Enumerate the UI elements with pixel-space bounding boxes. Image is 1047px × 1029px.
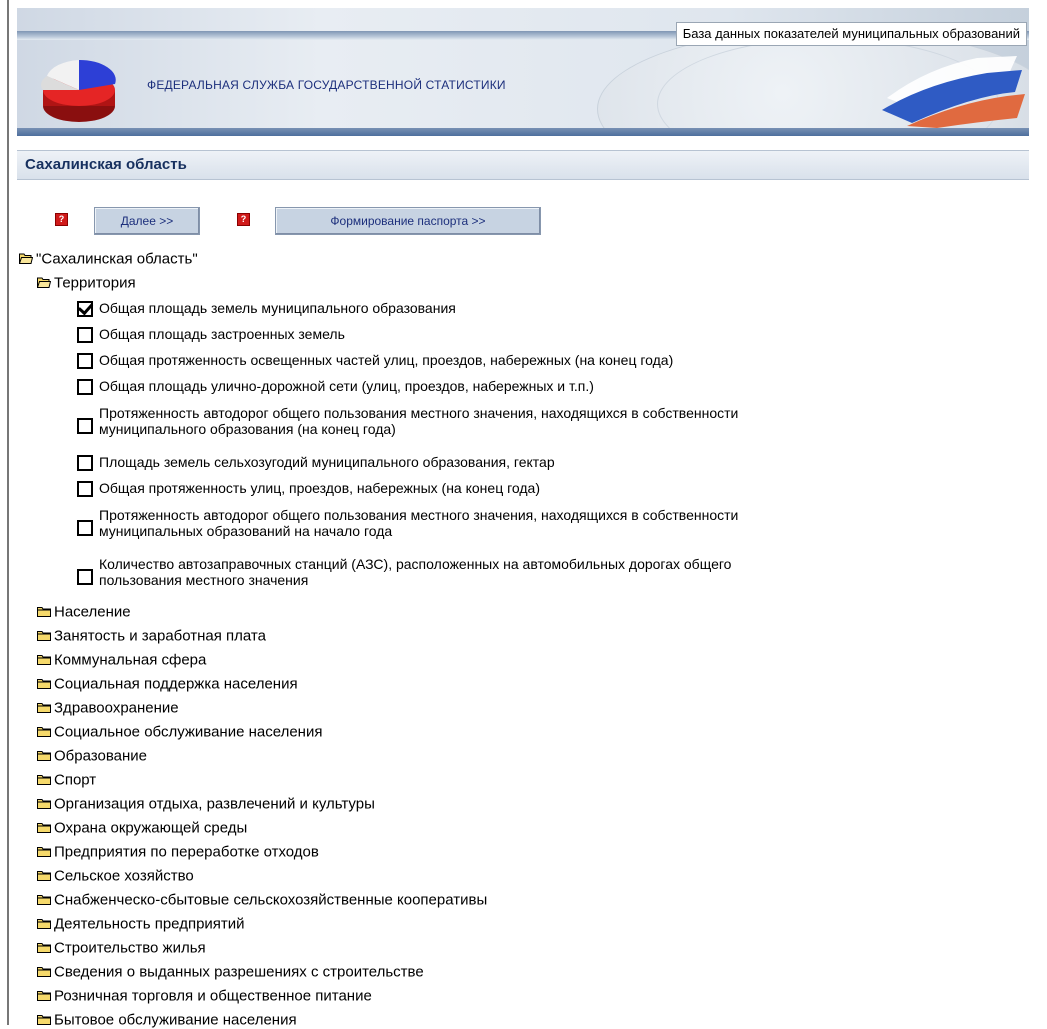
tree-node-category[interactable]: Охрана окружающей среды <box>37 819 247 837</box>
folder-open-icon <box>37 277 51 288</box>
passport-button[interactable]: Формирование паспорта >> <box>275 207 541 235</box>
indicator-checkbox[interactable] <box>77 327 93 343</box>
tree-node-category[interactable]: Розничная торговля и общественное питани… <box>37 987 372 1005</box>
tree-node-label: Снабженческо-сбытовые сельскохозяйственн… <box>54 891 488 909</box>
indicator-label-line2: муниципальных образований на начало года <box>99 523 393 539</box>
tree-node-territory[interactable]: Территория <box>37 274 136 292</box>
tree-node-label: Образование <box>54 747 147 765</box>
tree-node-category[interactable]: Организация отдыха, развлечений и культу… <box>37 795 375 813</box>
indicator-checkbox[interactable] <box>77 520 93 536</box>
tree-node-label: Охрана окружающей среды <box>54 819 248 837</box>
tree-node-category[interactable]: Коммунальная сфера <box>37 651 206 669</box>
indicator-label-line2: пользования местного значения <box>99 572 309 588</box>
flag-map-icon <box>882 56 1025 128</box>
tree-node-category[interactable]: Здравоохранение <box>37 699 179 717</box>
folder-closed-icon <box>37 1014 51 1025</box>
help-icon[interactable]: ? <box>55 213 68 226</box>
folder-closed-icon <box>37 894 51 905</box>
tree-node-label: Занятость и заработная плата <box>54 627 266 645</box>
header-banner: База данных показателей муниципальных об… <box>17 8 1029 136</box>
tree-node-category[interactable]: Социальная поддержка населения <box>37 675 298 693</box>
indicator-checkbox[interactable] <box>77 569 93 585</box>
tree-node-label: Деятельность предприятий <box>54 915 245 933</box>
folder-closed-icon <box>37 726 51 737</box>
page: База данных показателей муниципальных об… <box>17 0 1029 1029</box>
tree-node-label: Организация отдыха, развлечений и культу… <box>54 795 375 813</box>
indicator-checkbox[interactable] <box>77 418 93 434</box>
region-title: Сахалинская область <box>25 156 187 173</box>
folder-closed-icon <box>37 630 51 641</box>
indicator-label-line1: Количество автозаправочных станций (АЗС)… <box>99 556 732 572</box>
tree-node-category[interactable]: Население <box>37 603 131 621</box>
tree-node-label: Социальная поддержка населения <box>54 675 298 693</box>
folder-closed-icon <box>37 942 51 953</box>
indicator-checkbox[interactable] <box>77 353 93 369</box>
indicator-checkbox[interactable] <box>77 455 93 471</box>
tree-node-label: Сведения о выданных разрешениях с строит… <box>54 963 424 981</box>
tree-node-category[interactable]: Сведения о выданных разрешениях с строит… <box>37 963 424 981</box>
tree-root[interactable]: "Сахалинская область" <box>19 250 198 268</box>
tree-node-category[interactable]: Сельское хозяйство <box>37 867 194 885</box>
folder-closed-icon <box>37 822 51 833</box>
indicator-checkbox[interactable] <box>77 379 93 395</box>
indicator-label: Общая протяженность улиц, проездов, набе… <box>99 480 540 496</box>
tree-node-label: Здравоохранение <box>54 699 179 717</box>
folder-closed-icon <box>37 966 51 977</box>
tree-node-label: Предприятия по переработке отходов <box>54 843 319 861</box>
indicator-label: Площадь земель сельхозугодий муниципальн… <box>99 454 555 470</box>
tree-node-label: Розничная торговля и общественное питани… <box>54 987 372 1005</box>
indicator-label: Общая площадь земель муниципального обра… <box>99 300 456 316</box>
indicator-label-line2: муниципального образования (на конец год… <box>99 421 396 437</box>
region-bar: Сахалинская область <box>17 150 1029 180</box>
banner-bottom-stripe <box>17 128 1029 136</box>
toolbar: ? Далее >> ? Формирование паспорта >> <box>17 200 1029 240</box>
next-button[interactable]: Далее >> <box>94 207 200 235</box>
folder-closed-icon <box>37 798 51 809</box>
pie-chart-logo-icon <box>41 59 116 122</box>
tree-node-label: Сельское хозяйство <box>54 867 194 885</box>
folder-closed-icon <box>37 846 51 857</box>
tree-node-category[interactable]: Предприятия по переработке отходов <box>37 843 319 861</box>
indicator-checkbox[interactable] <box>77 301 93 317</box>
tree-node-label: Спорт <box>54 771 97 789</box>
database-title: База данных показателей муниципальных об… <box>675 22 1027 46</box>
indicator-label: Общая площадь застроенных земель <box>99 326 345 342</box>
tree-node-category[interactable]: Спорт <box>37 771 96 789</box>
folder-closed-icon <box>37 750 51 761</box>
tree-node-label: Территория <box>54 274 136 292</box>
tree-node-category[interactable]: Социальное обслуживание населения <box>37 723 322 741</box>
tree-node-category[interactable]: Деятельность предприятий <box>37 915 245 933</box>
folder-closed-icon <box>37 870 51 881</box>
folder-closed-icon <box>37 774 51 785</box>
folder-closed-icon <box>37 918 51 929</box>
tree-node-label: Коммунальная сфера <box>54 651 207 669</box>
indicator-checkbox[interactable] <box>77 481 93 497</box>
folder-open-icon <box>19 253 33 264</box>
folder-closed-icon <box>37 678 51 689</box>
tree-node-category[interactable]: Образование <box>37 747 147 765</box>
folder-closed-icon <box>37 702 51 713</box>
agency-title: ФЕДЕРАЛЬНАЯ СЛУЖБА ГОСУДАРСТВЕННОЙ СТАТИ… <box>147 78 506 92</box>
folder-closed-icon <box>37 990 51 1001</box>
tree-root-label: "Сахалинская область" <box>36 250 198 268</box>
tree-node-category[interactable]: Снабженческо-сбытовые сельскохозяйственн… <box>37 891 487 909</box>
indicator-label: Общая протяженность освещенных частей ул… <box>99 352 674 368</box>
tree-node-label: Строительство жилья <box>54 939 206 957</box>
tree-node-category[interactable]: Бытовое обслуживание населения <box>37 1011 297 1029</box>
tree-node-label: Бытовое обслуживание населения <box>54 1011 297 1029</box>
tree-node-label: Социальное обслуживание населения <box>54 723 323 741</box>
left-frame-border <box>7 0 9 1025</box>
indicator-label-line1: Протяженность автодорог общего пользован… <box>99 507 739 523</box>
tree-node-label: Население <box>54 603 131 621</box>
folder-closed-icon <box>37 654 51 665</box>
tree-node-category[interactable]: Занятость и заработная плата <box>37 627 266 645</box>
indicator-label-line1: Протяженность автодорог общего пользован… <box>99 405 739 421</box>
folder-closed-icon <box>37 606 51 617</box>
tree-node-category[interactable]: Строительство жилья <box>37 939 206 957</box>
indicator-label: Общая площадь улично-дорожной сети (улиц… <box>99 378 594 394</box>
help-icon[interactable]: ? <box>237 213 250 226</box>
